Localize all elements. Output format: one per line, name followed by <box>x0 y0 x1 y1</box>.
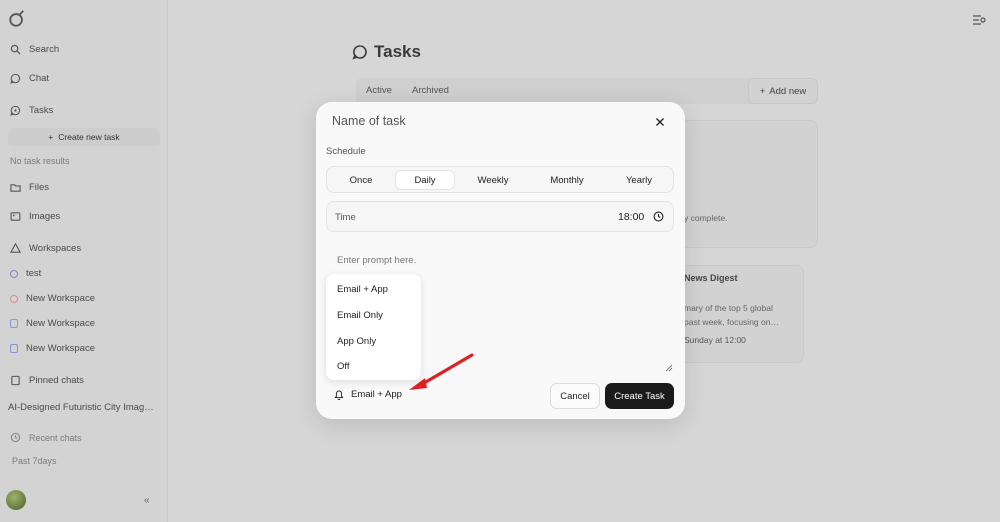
clock-icon[interactable] <box>653 211 664 222</box>
tab-active[interactable]: Active <box>366 85 392 96</box>
schedule-label: Schedule <box>326 146 366 157</box>
tab-archived[interactable]: Archived <box>412 85 449 96</box>
sidebar-item-label: Workspaces <box>29 243 82 254</box>
tasks-icon <box>10 105 21 116</box>
sidebar-item-label: Recent chats <box>29 432 82 443</box>
annotation-arrow-icon <box>409 353 474 390</box>
plus-icon: + <box>48 132 54 142</box>
logo-icon[interactable] <box>8 10 26 28</box>
sidebar-item-label: Files <box>29 182 50 193</box>
time-field[interactable]: Time 18:00 <box>326 201 674 232</box>
task-card-title: News Digest <box>684 273 738 283</box>
notify-option-email-only[interactable]: Email Only <box>337 310 383 321</box>
workspace-label: New Workspace <box>26 318 95 329</box>
recent-group-text: Past 7days <box>12 456 57 466</box>
workspaces-icon <box>10 243 21 253</box>
add-new-label: Add new <box>769 85 807 97</box>
sidebar-item-tasks[interactable]: Tasks <box>10 105 53 116</box>
no-results-text: No task results <box>10 156 70 166</box>
sidebar-item-images[interactable]: Images <box>10 211 60 222</box>
task-card-text: mary of the top 5 global <box>684 303 773 313</box>
chat-icon <box>10 73 21 84</box>
create-task-modal: Name of task Schedule Once Daily Weekly … <box>316 102 685 419</box>
no-task-results: No task results <box>10 156 70 166</box>
sidebar-item-label: Search <box>29 44 60 55</box>
page-title-text: Tasks <box>374 42 421 61</box>
schedule-segmented-control: Once Daily Weekly Monthly Yearly <box>326 166 674 193</box>
time-label: Time <box>335 212 356 223</box>
sidebar-item-recent-chats[interactable]: Recent chats <box>10 432 82 443</box>
create-new-task-label: Create new task <box>58 132 120 142</box>
time-value[interactable]: 18:00 <box>618 211 644 223</box>
folder-icon <box>10 184 21 192</box>
workspace-label: New Workspace <box>26 293 95 304</box>
resize-handle-icon[interactable] <box>665 364 673 372</box>
task-name-input[interactable]: Name of task <box>332 114 406 128</box>
sidebar-item-pinned-chats[interactable]: Pinned chats <box>10 375 84 386</box>
notification-select-button[interactable]: Email + App <box>334 389 402 400</box>
notification-select-label: Email + App <box>351 389 402 400</box>
workspace-item[interactable]: New Workspace <box>10 318 95 329</box>
sidebar: Search Chat Tasks + Create new task No t… <box>0 0 168 522</box>
schedule-option-once[interactable]: Once <box>329 170 393 190</box>
sidebar-item-label: Pinned chats <box>29 375 84 386</box>
plus-icon: + <box>759 85 766 97</box>
create-task-button[interactable]: Create Task <box>605 383 674 409</box>
notify-option-email-app[interactable]: Email + App <box>337 284 388 295</box>
schedule-option-daily[interactable]: Daily <box>395 170 455 190</box>
workspace-label: New Workspace <box>26 343 95 354</box>
schedule-option-yearly[interactable]: Yearly <box>607 170 671 190</box>
clock-icon <box>10 432 21 443</box>
workspace-circle-icon <box>10 269 18 278</box>
image-icon <box>10 212 21 221</box>
workspace-label: test <box>26 268 42 279</box>
prompt-placeholder: Enter prompt here. <box>337 255 417 266</box>
tasks-icon <box>352 45 367 60</box>
collapse-sidebar-icon[interactable]: « <box>144 495 150 506</box>
sidebar-item-workspaces[interactable]: Workspaces <box>10 243 81 254</box>
add-new-button[interactable]: + Add new <box>748 78 818 104</box>
search-icon <box>10 44 21 55</box>
settings-list-icon[interactable] <box>972 13 986 27</box>
schedule-option-monthly[interactable]: Monthly <box>531 170 603 190</box>
workspace-item[interactable]: test <box>10 268 41 279</box>
workspace-item[interactable]: New Workspace <box>10 293 95 304</box>
task-card-text: past week, focusing on… <box>684 317 779 327</box>
bell-icon <box>334 390 344 400</box>
pinned-chat-label: AI-Designed Futuristic City Imag… <box>8 402 154 413</box>
schedule-option-weekly[interactable]: Weekly <box>459 170 527 190</box>
workspace-gear-icon <box>10 294 18 303</box>
sidebar-item-label: Tasks <box>29 105 54 116</box>
sidebar-item-label: Images <box>29 211 61 222</box>
sidebar-item-label: Chat <box>29 73 50 84</box>
task-card-schedule: Sunday at 12:00 <box>684 335 746 345</box>
workspace-monitor-icon <box>10 319 18 328</box>
create-new-task-button[interactable]: + Create new task <box>8 128 160 146</box>
page-title: Tasks <box>352 42 421 62</box>
sidebar-item-chat[interactable]: Chat <box>10 73 49 84</box>
cancel-button[interactable]: Cancel <box>550 383 600 409</box>
sidebar-item-files[interactable]: Files <box>10 182 49 193</box>
task-card-text: y complete. <box>684 213 728 223</box>
sidebar-item-search[interactable]: Search <box>10 44 59 55</box>
close-icon <box>656 118 664 126</box>
avatar[interactable] <box>6 490 26 510</box>
workspace-document-icon <box>10 344 18 353</box>
recent-group-label: Past 7days <box>12 456 57 466</box>
notify-option-off[interactable]: Off <box>337 361 350 372</box>
workspace-item[interactable]: New Workspace <box>10 343 95 354</box>
pin-icon <box>11 375 20 386</box>
notify-option-app-only[interactable]: App Only <box>337 336 376 347</box>
close-button[interactable] <box>652 114 668 130</box>
pinned-chat-item[interactable]: AI-Designed Futuristic City Imag… <box>8 402 154 413</box>
